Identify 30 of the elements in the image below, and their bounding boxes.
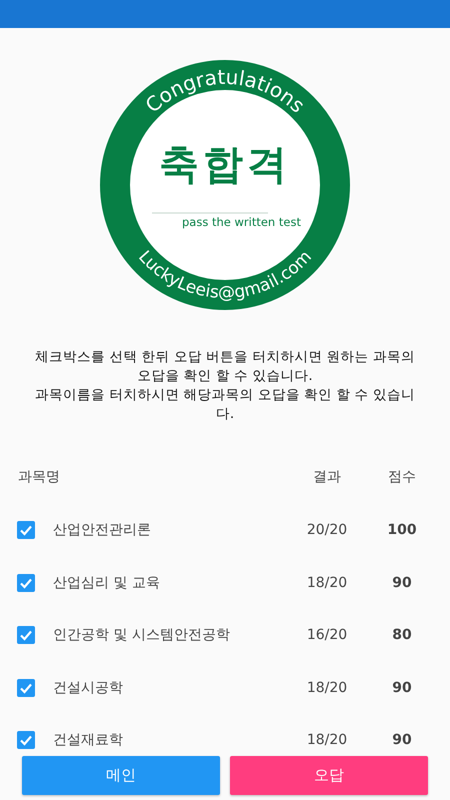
checkbox[interactable] bbox=[17, 521, 35, 540]
column-header: 결과 bbox=[313, 468, 341, 486]
stamp-title: 축합격 bbox=[159, 142, 291, 188]
score-cell: 90 bbox=[392, 732, 412, 748]
checkbox[interactable] bbox=[17, 731, 35, 750]
result-cell: 18/20 bbox=[306, 574, 348, 591]
check-icon bbox=[19, 523, 33, 538]
subject-name[interactable]: 인간공학 및 시스템안전공학 bbox=[53, 626, 230, 644]
instruction-text: 체크박스를 선택 한뒤 오답 버튼을 터치하시면 원하는 과목의 오답을 확인 할 수 있습니다. bbox=[34, 348, 416, 386]
score-cell: 100 bbox=[387, 522, 417, 538]
result-cell: 18/20 bbox=[306, 680, 348, 696]
subject-name[interactable]: 건설시공학 bbox=[53, 678, 123, 697]
checkbox[interactable] bbox=[17, 678, 35, 697]
instruction-text: 과목이름을 터치하시면 해당과목의 오답을 확인 할 수 있습니다. bbox=[34, 386, 416, 424]
stamp-subtitle: pass the written test bbox=[182, 215, 301, 229]
score-cell: 80 bbox=[392, 627, 412, 644]
checkbox[interactable] bbox=[17, 626, 35, 644]
checkbox[interactable] bbox=[17, 574, 35, 592]
subject-name[interactable]: 산업안전관리론 bbox=[53, 521, 151, 540]
score-cell: 90 bbox=[392, 680, 412, 696]
check-icon bbox=[19, 628, 33, 642]
check-icon bbox=[19, 733, 33, 748]
column-header: 점수 bbox=[388, 468, 416, 486]
result-cell: 20/20 bbox=[306, 522, 348, 538]
subject-name[interactable]: 건설재료학 bbox=[53, 731, 123, 750]
subject-name[interactable]: 산업심리 및 교육 bbox=[53, 574, 160, 592]
column-header: 과목명 bbox=[18, 468, 60, 486]
result-cell: 18/20 bbox=[306, 732, 348, 748]
score-cell: 90 bbox=[392, 574, 412, 591]
result-cell: 16/20 bbox=[306, 627, 348, 644]
